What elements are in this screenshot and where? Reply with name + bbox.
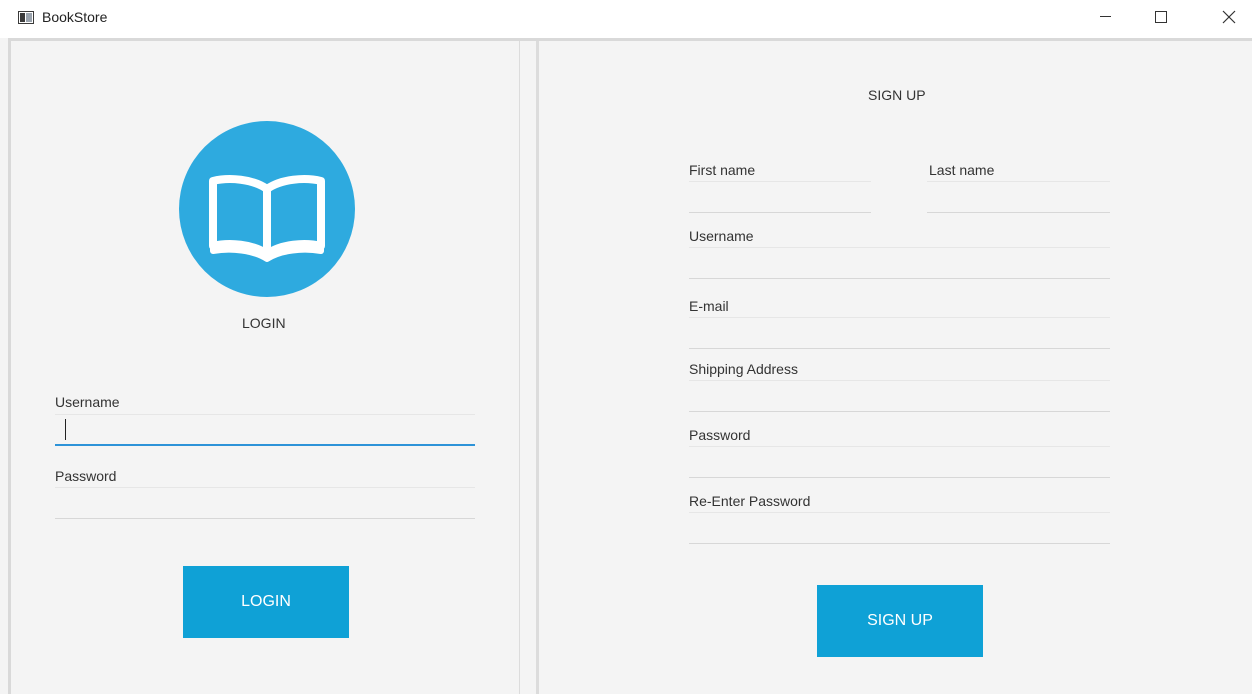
signup-username-label: Username <box>689 228 754 244</box>
last-name-field[interactable] <box>927 181 1110 213</box>
login-button[interactable]: LOGIN <box>183 566 349 638</box>
minimize-button[interactable] <box>1082 0 1128 34</box>
login-username-label: Username <box>55 394 120 410</box>
maximize-button[interactable] <box>1138 0 1184 34</box>
split-pane-divider[interactable] <box>519 41 539 694</box>
signup-password-field[interactable] <box>689 446 1110 478</box>
login-password-label: Password <box>55 468 117 484</box>
maximize-icon <box>1155 10 1167 23</box>
login-password-field[interactable] <box>55 487 475 519</box>
login-heading: LOGIN <box>242 315 286 331</box>
email-label: E-mail <box>689 298 729 314</box>
reenter-password-field[interactable] <box>689 512 1110 544</box>
text-caret <box>65 419 66 440</box>
close-button[interactable] <box>1206 0 1252 34</box>
first-name-label: First name <box>689 162 756 178</box>
open-book-icon <box>209 175 325 262</box>
app-window-icon <box>18 11 34 24</box>
login-panel: LOGIN Username Password LOGIN <box>11 41 519 694</box>
signup-button[interactable]: SIGN UP <box>817 585 983 657</box>
email-field[interactable] <box>689 317 1110 349</box>
close-icon <box>1222 10 1236 24</box>
signup-heading: SIGN UP <box>868 87 926 103</box>
last-name-label: Last name <box>929 162 995 178</box>
reenter-password-label: Re-Enter Password <box>689 493 811 509</box>
signup-password-label: Password <box>689 427 751 443</box>
login-username-field[interactable] <box>55 414 475 446</box>
title-bar: BookStore <box>0 0 1252 38</box>
signup-username-field[interactable] <box>689 247 1110 279</box>
window-title: BookStore <box>42 9 108 25</box>
bookstore-logo <box>179 121 355 297</box>
signup-panel: SIGN UP First name Last name Username E-… <box>539 41 1252 694</box>
shipping-address-field[interactable] <box>689 380 1110 412</box>
minimize-icon <box>1099 16 1111 18</box>
shipping-address-label: Shipping Address <box>689 361 798 377</box>
first-name-field[interactable] <box>689 181 871 213</box>
